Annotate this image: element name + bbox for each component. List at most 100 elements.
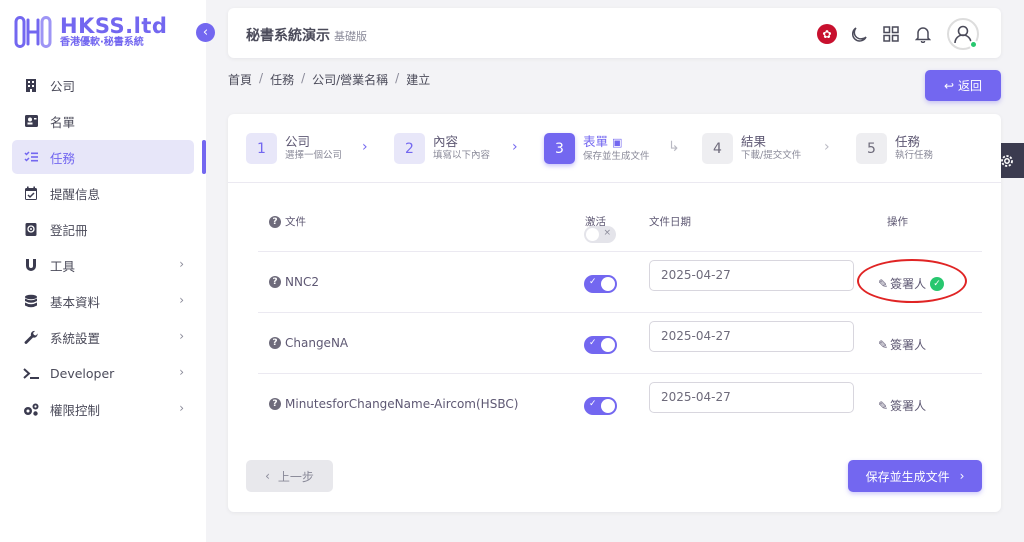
signatory-button[interactable]: ✎ 簽署人 (878, 397, 926, 414)
table-row-name: ? MinutesforChangeName-Aircom(HSBC) (269, 397, 518, 411)
stepper: 1 公司 選擇一個公司 › 2 內容 填寫以下內容 › 3 表單 ▣ 保存並生成… (228, 114, 1001, 183)
active-switch[interactable]: ✓ (584, 275, 617, 293)
active-indicator (202, 140, 206, 174)
help-icon[interactable]: ? (269, 276, 281, 288)
sidebar-nav: 公司 名單 任務 提醒信息 登記冊 工具 › 基本資料 › 系統設置 › Dev… (12, 68, 194, 428)
hk-flag-icon[interactable]: ✿ (817, 24, 837, 44)
sidebar-item-tools[interactable]: 工具 › (12, 248, 194, 282)
step-form[interactable]: 3 表單 ▣ 保存並生成文件 (544, 133, 650, 164)
sidebar-item-permissions[interactable]: 權限控制 › (12, 392, 194, 426)
document-name: MinutesforChangeName-Aircom(HSBC) (285, 397, 519, 411)
previous-step-label: 上一步 (277, 469, 314, 484)
user-avatar-icon[interactable] (947, 18, 979, 50)
bell-icon[interactable] (913, 24, 933, 44)
table-row-name: ? NNC2 (269, 275, 319, 289)
sidebar-item-developer[interactable]: Developer › (12, 356, 194, 390)
sidebar-item-tasks[interactable]: 任務 (12, 140, 194, 174)
step-title: 結果 (741, 134, 767, 149)
x-icon: × (603, 228, 611, 238)
breadcrumb-current: 建立 (406, 73, 431, 87)
calendar-check-icon (22, 184, 40, 202)
chevron-right-icon: › (362, 139, 368, 155)
chevron-left-icon: ‹ (202, 25, 209, 40)
edit-icon: ✎ (878, 337, 889, 352)
active-switch[interactable]: ✓ (584, 397, 617, 415)
sidebar-collapse-button[interactable]: ‹ (196, 23, 215, 42)
breadcrumb-separator: / (395, 71, 400, 85)
switch-knob (601, 338, 615, 352)
step-number: 3 (544, 133, 575, 164)
sidebar-item-label: 任務 (50, 150, 76, 166)
top-navbar: 秘書系統演示 基礎版 ✿ (228, 8, 1001, 58)
row-divider (258, 312, 982, 313)
document-name: NNC2 (285, 275, 319, 289)
building-icon (22, 76, 40, 94)
brand-logo[interactable]: HKSS.ltd 香港優軟·秘書系統 (10, 14, 167, 50)
sidebar-item-label: 基本資料 (50, 294, 101, 310)
breadcrumb-separator: / (301, 71, 306, 85)
grid-icon[interactable] (881, 24, 901, 44)
sidebar-item-system-settings[interactable]: 系統設置 › (12, 320, 194, 354)
app-title-text: 秘書系統演示 (246, 28, 330, 44)
column-header-date: 文件日期 (649, 216, 691, 228)
step-desc: 保存並生成文件 (583, 150, 650, 162)
online-status-dot (969, 40, 978, 49)
previous-step-button[interactable]: ‹ 上一步 (246, 460, 333, 492)
breadcrumb-tasks[interactable]: 任務 (270, 71, 294, 88)
sidebar-item-label: 系統設置 (50, 330, 101, 346)
sidebar: HKSS.ltd 香港優軟·秘書系統 公司 名單 任務 提醒信息 登記冊 工具 … (0, 0, 206, 542)
logo-icon (14, 16, 52, 48)
step-desc: 選擇一個公司 (285, 150, 343, 161)
navbar-icons: ✿ (805, 18, 979, 50)
signatory-label: 簽署人 (890, 338, 927, 352)
step-title: 內容 (433, 134, 459, 149)
help-icon[interactable]: ? (269, 398, 281, 410)
column-header-label: 文件 (285, 216, 306, 228)
brand-subtitle: 香港優軟·秘書系統 (60, 37, 144, 48)
breadcrumb-home[interactable]: 首頁 (228, 71, 252, 88)
sidebar-item-basic-data[interactable]: 基本資料 › (12, 284, 194, 318)
step-number: 1 (246, 133, 277, 164)
step-result[interactable]: 4 結果 下載/提交文件 (702, 133, 801, 164)
step-desc: 下載/提交文件 (741, 150, 802, 161)
save-and-generate-button[interactable]: 保存並生成文件 › (848, 460, 982, 492)
moon-icon[interactable] (849, 24, 869, 44)
save-icon: ▣ (612, 135, 623, 149)
signatory-button[interactable]: ✎ 簽署人 (878, 336, 926, 353)
reply-arrow-icon: ↩ (943, 78, 955, 93)
document-date-input[interactable]: 2025-04-27 (649, 321, 854, 352)
back-button[interactable]: ↩ 返回 (925, 70, 1001, 101)
sidebar-item-list[interactable]: 名單 (12, 104, 194, 138)
sidebar-item-label: 登記冊 (50, 222, 88, 238)
magnet-icon (22, 256, 40, 274)
sidebar-item-reminders[interactable]: 提醒信息 (12, 176, 194, 210)
terminal-icon (22, 364, 40, 382)
sidebar-item-label: 公司 (50, 78, 76, 94)
step-number: 5 (856, 133, 887, 164)
check-icon: ✓ (589, 399, 597, 409)
step-title: 任務 (895, 134, 921, 149)
step-task[interactable]: 5 任務 執行任務 (856, 133, 933, 164)
step-company[interactable]: 1 公司 選擇一個公司 (246, 133, 342, 164)
signatory-label: 簽署人 (890, 399, 927, 413)
save-and-generate-label: 保存並生成文件 (865, 469, 950, 484)
step-desc: 執行任務 (895, 150, 934, 161)
wizard-card: 1 公司 選擇一個公司 › 2 內容 填寫以下內容 › 3 表單 ▣ 保存並生成… (228, 114, 1001, 512)
table-row-name: ? ChangeNA (269, 336, 348, 350)
document-date-input[interactable]: 2025-04-27 (649, 382, 854, 413)
breadcrumb-separator: / (259, 71, 264, 85)
sidebar-item-label: 名單 (50, 114, 76, 130)
active-switch[interactable]: ✓ (584, 336, 617, 354)
help-icon[interactable]: ? (269, 337, 281, 349)
brand-title: HKSS.ltd (60, 14, 168, 38)
switch-knob (586, 228, 599, 241)
sidebar-item-register[interactable]: 登記冊 (12, 212, 194, 246)
breadcrumb-company[interactable]: 公司/營業名稱 (312, 71, 388, 88)
step-title-text: 表單 (583, 133, 609, 149)
sidebar-item-label: 提醒信息 (50, 186, 101, 202)
document-name: ChangeNA (285, 336, 349, 350)
sidebar-item-company[interactable]: 公司 (12, 68, 194, 102)
toggle-all-switch[interactable]: × (584, 226, 616, 243)
step-content[interactable]: 2 內容 填寫以下內容 (394, 133, 490, 164)
document-date-input[interactable]: 2025-04-27 (649, 260, 854, 291)
